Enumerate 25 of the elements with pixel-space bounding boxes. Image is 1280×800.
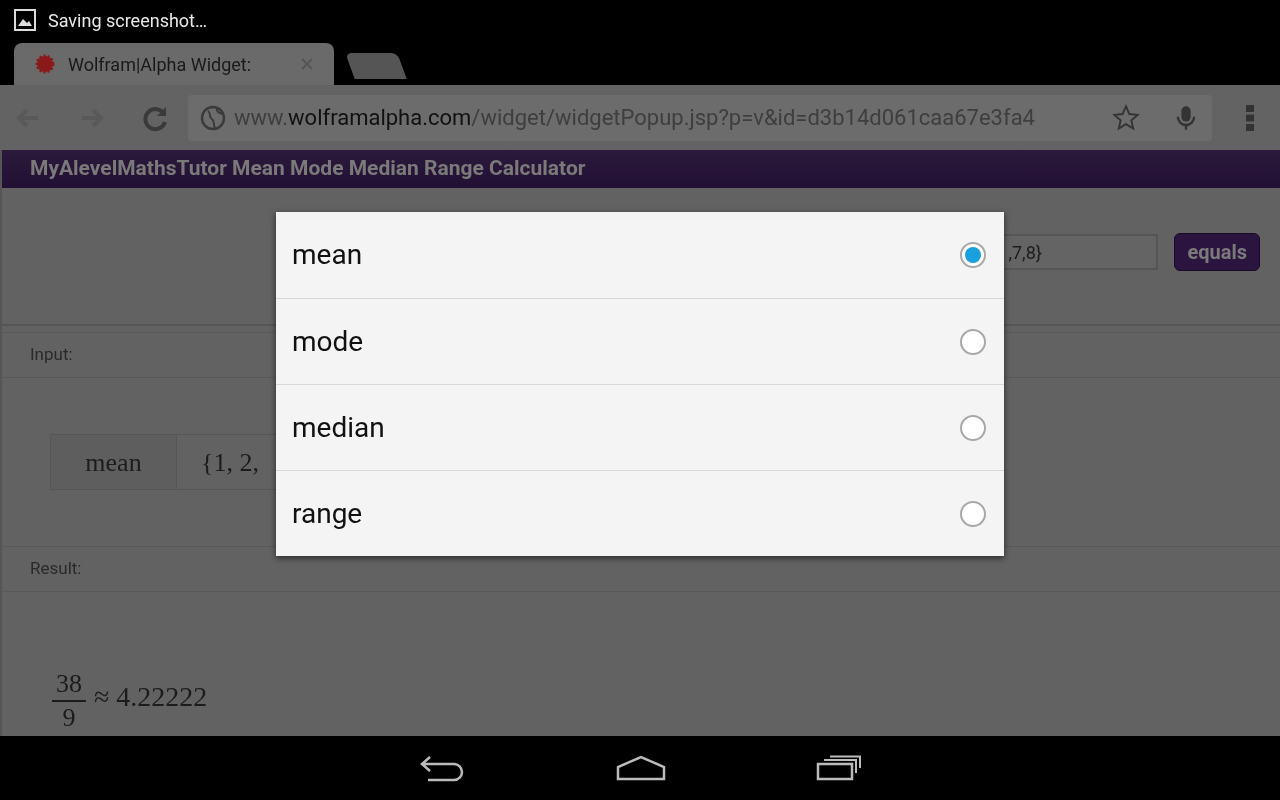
approximate-value: ≈ 4.22222 — [94, 680, 208, 714]
recent-apps-icon[interactable] — [816, 755, 862, 781]
field-value: ,7,8} — [1008, 240, 1042, 265]
globe-icon — [200, 104, 226, 131]
table-cell-text: {1, 2, — [200, 446, 260, 479]
notification-text: Saving screenshot… — [48, 8, 208, 33]
section-label: Result: — [30, 557, 82, 581]
tab-title: Wolfram|Alpha Widget: — [68, 52, 253, 77]
menu-icon[interactable] — [1244, 102, 1256, 133]
radio-button[interactable] — [960, 414, 986, 441]
table-cell: mean — [51, 435, 177, 489]
option-item[interactable]: median — [276, 384, 1004, 470]
radio-button[interactable] — [960, 328, 986, 355]
image-icon — [14, 9, 36, 31]
option-item[interactable]: range — [276, 470, 1004, 556]
option-item[interactable]: mode — [276, 298, 1004, 384]
equals-button[interactable]: equals — [1174, 233, 1260, 271]
radio-button[interactable] — [960, 242, 986, 268]
star-icon[interactable] — [1112, 103, 1140, 132]
home-icon[interactable] — [616, 755, 666, 781]
fraction: 38 9 — [52, 668, 86, 734]
section-label: Input: — [30, 343, 73, 367]
widget-title: MyAlevelMathsTutor Mean Mode Median Range Calculator — [30, 155, 586, 183]
back-icon[interactable] — [418, 753, 466, 783]
radio-button[interactable] — [960, 500, 986, 527]
